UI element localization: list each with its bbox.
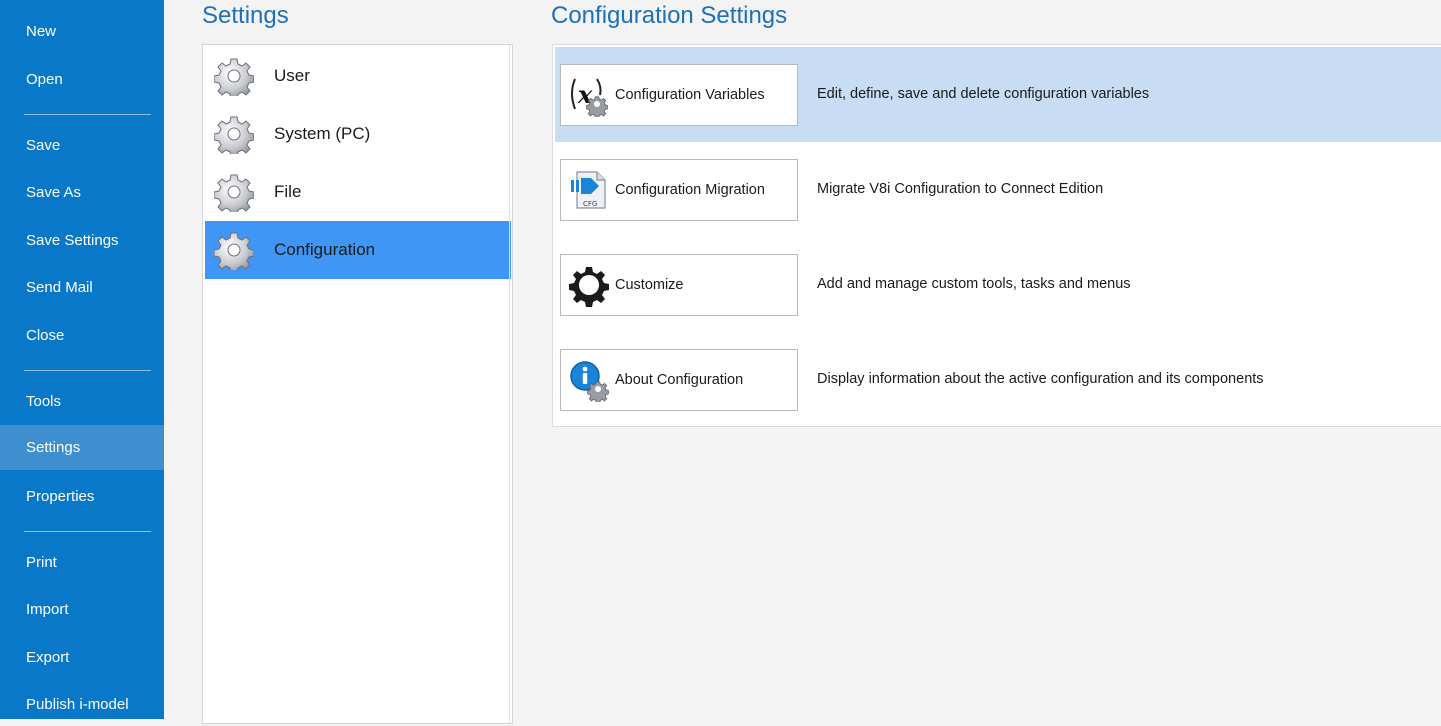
config-row-customize: Customize Add and manage custom tools, t… <box>555 237 1441 332</box>
settings-category-list: User System (PC) File Configuration <box>202 44 513 724</box>
nav-send-mail[interactable]: Send Mail <box>0 265 164 309</box>
nav-divider <box>24 114 151 115</box>
customize-label: Customize <box>615 277 684 293</box>
nav-export[interactable]: Export <box>0 635 164 679</box>
nav-divider <box>24 370 151 371</box>
black-gear-icon <box>569 267 609 307</box>
nav-import[interactable]: Import <box>0 587 164 631</box>
config-row-variables: x Configuration Variables Edit, define, … <box>555 47 1441 142</box>
configuration-settings-panel: x Configuration Variables Edit, define, … <box>552 44 1441 427</box>
nav-publish-i-model[interactable]: Publish i-model <box>0 682 164 726</box>
settings-item-file[interactable]: File <box>205 163 511 221</box>
gear-icon <box>214 230 254 270</box>
about-configuration-description: Display information about the active con… <box>817 371 1264 387</box>
settings-item-system-pc[interactable]: System (PC) <box>205 105 511 163</box>
settings-item-label: User <box>274 66 310 85</box>
nav-tools[interactable]: Tools <box>0 379 164 423</box>
nav-save[interactable]: Save <box>0 123 164 167</box>
configuration-migration-label: Configuration Migration <box>615 182 765 198</box>
cfg-icon-text: CFG <box>583 200 597 208</box>
settings-item-configuration[interactable]: Configuration <box>205 221 511 279</box>
nav-settings[interactable]: Settings <box>0 425 164 470</box>
nav-save-settings[interactable]: Save Settings <box>0 218 164 262</box>
configuration-settings-heading: Configuration Settings <box>551 2 788 29</box>
config-row-about: About Configuration Display information … <box>555 332 1441 427</box>
settings-item-label: System (PC) <box>274 124 371 143</box>
variable-gear-icon: x <box>571 78 608 117</box>
settings-item-label: Configuration <box>274 240 376 259</box>
info-gear-icon <box>570 361 609 402</box>
nav-open[interactable]: Open <box>0 57 164 101</box>
about-configuration-button[interactable]: About Configuration <box>560 349 798 411</box>
gear-icon <box>214 172 254 212</box>
configuration-migration-description: Migrate V8i Configuration to Connect Edi… <box>817 181 1104 197</box>
backstage-nav: New Open Save Save As Save Settings Send… <box>0 0 164 719</box>
config-row-migration: CFG Configuration Migration Migrate V8i … <box>555 142 1441 237</box>
nav-new[interactable]: New <box>0 9 164 53</box>
gear-icon <box>214 56 254 96</box>
configuration-variables-button[interactable]: x Configuration Variables <box>560 64 798 126</box>
nav-close[interactable]: Close <box>0 313 164 357</box>
customize-description: Add and manage custom tools, tasks and m… <box>817 276 1131 292</box>
about-configuration-label: About Configuration <box>615 372 744 388</box>
gear-icon <box>214 114 254 154</box>
configuration-migration-button[interactable]: CFG Configuration Migration <box>560 159 798 221</box>
settings-heading: Settings <box>202 2 289 29</box>
configuration-variables-description: Edit, define, save and delete configurat… <box>817 86 1150 102</box>
settings-item-label: File <box>274 182 302 201</box>
cfg-migration-icon: CFG <box>571 171 606 209</box>
nav-print[interactable]: Print <box>0 540 164 584</box>
nav-divider <box>24 531 151 532</box>
customize-button[interactable]: Customize <box>560 254 798 316</box>
nav-properties[interactable]: Properties <box>0 474 164 518</box>
nav-save-as[interactable]: Save As <box>0 170 164 214</box>
configuration-variables-label: Configuration Variables <box>615 87 765 103</box>
settings-item-user[interactable]: User <box>205 47 511 105</box>
